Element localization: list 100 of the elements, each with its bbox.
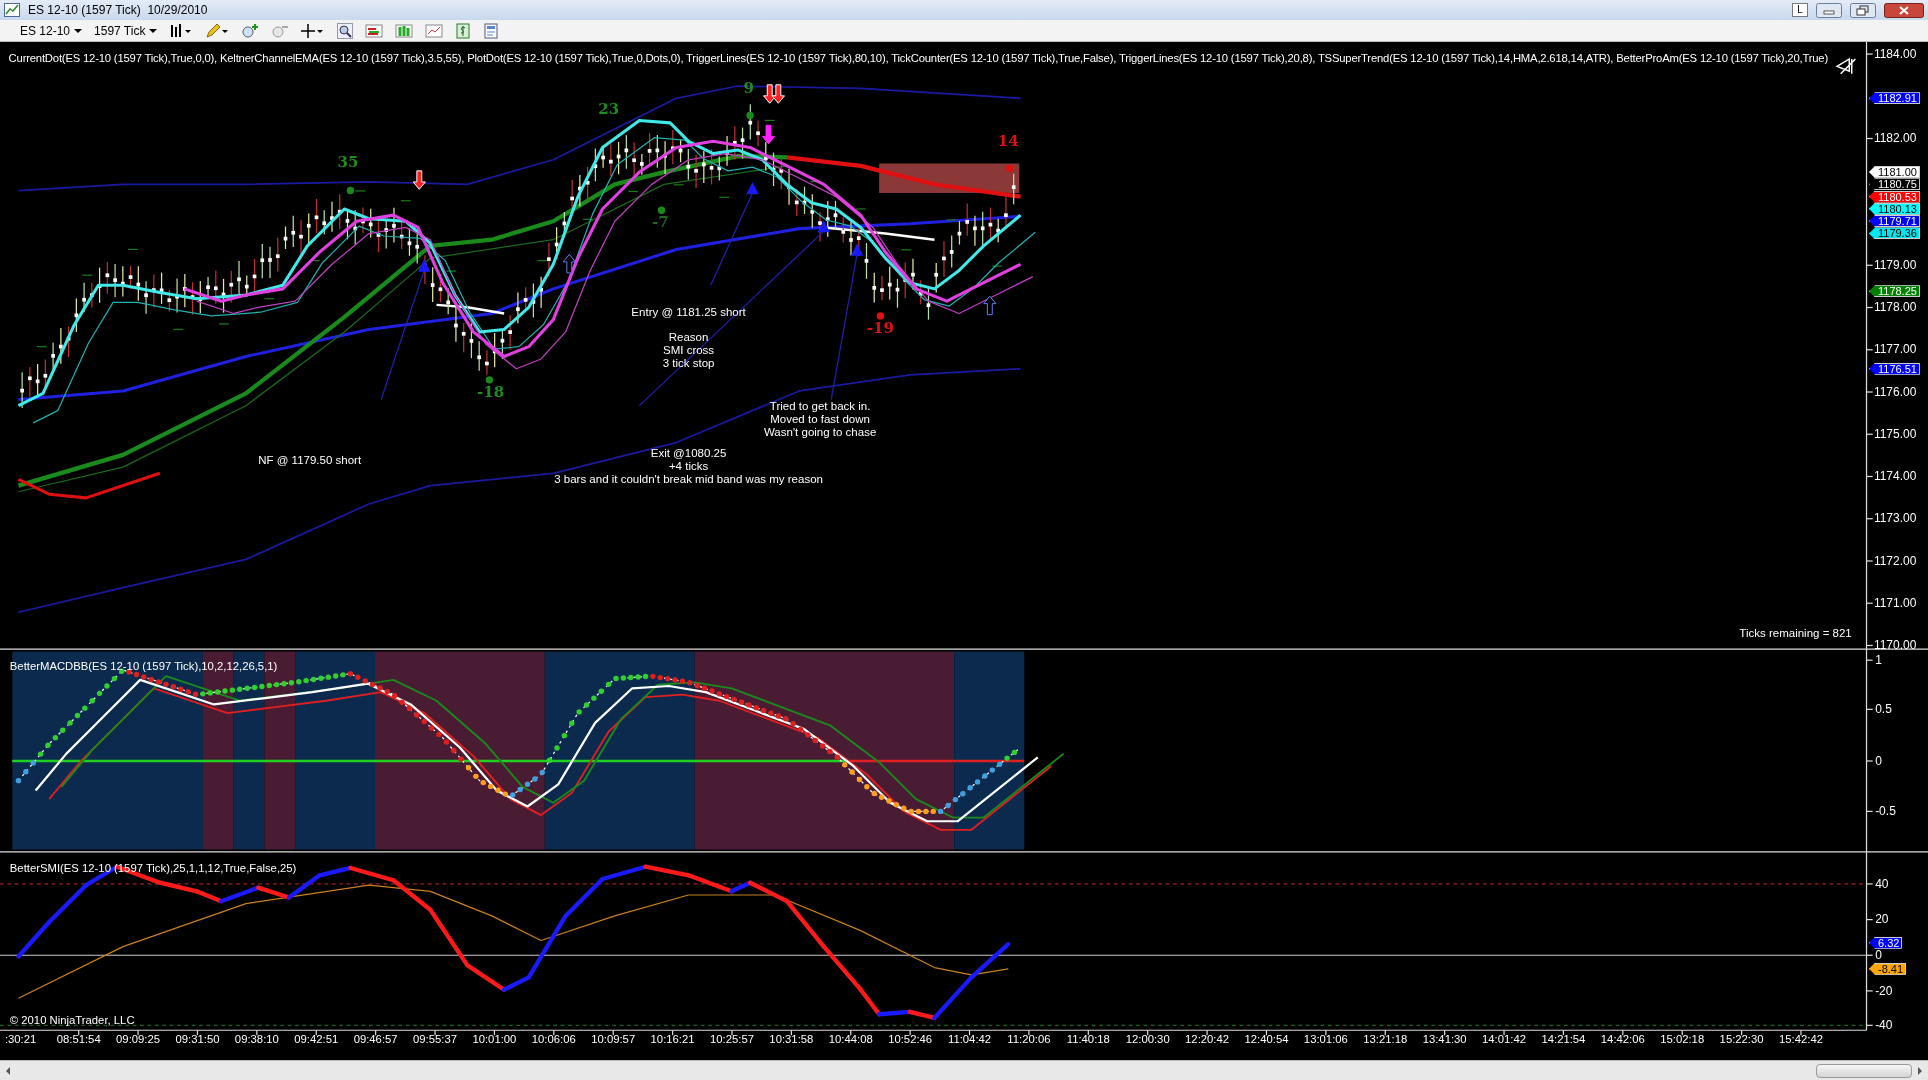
value-marker: -8.41: [1868, 962, 1907, 975]
price-marker: 1180.75: [1868, 178, 1920, 191]
down-arrow-icon: [763, 84, 777, 104]
time-axis-label: 15:02:18: [1660, 1032, 1705, 1046]
indicators-icon[interactable]: [365, 22, 384, 39]
triangle-marker-icon: [418, 259, 431, 272]
macd-axis-label: 0.5: [1875, 701, 1892, 716]
scroll-left-icon[interactable]: [4, 1065, 12, 1076]
bar-type-icon[interactable]: [169, 22, 194, 39]
down-arrow-icon: [761, 124, 776, 145]
instrument-dropdown[interactable]: ES 12-10: [8, 21, 83, 40]
crosshair-icon[interactable]: [301, 22, 326, 39]
bar-count-label: 14: [997, 133, 1019, 149]
price-axis-label: 1179.00: [1873, 257, 1917, 272]
down-arrow-icon: [412, 170, 426, 190]
dollar-icon[interactable]: [455, 22, 472, 39]
time-axis-label: :30:21: [4, 1032, 37, 1046]
clear-icon[interactable]: [1836, 57, 1857, 75]
time-axis-label: 11:40:18: [1066, 1032, 1110, 1046]
bars-icon[interactable]: [395, 22, 414, 39]
minimize-icon[interactable]: [1816, 2, 1842, 18]
signal-dot: [746, 111, 754, 120]
signal-dot: [657, 206, 666, 214]
time-axis-label: 10:31:58: [769, 1032, 814, 1046]
period-dropdown[interactable]: 1597 Tick: [94, 21, 158, 40]
time-axis-label: 12:20:42: [1185, 1032, 1230, 1046]
line-chart-icon[interactable]: [425, 22, 444, 39]
time-axis-label: 15:42:42: [1779, 1032, 1823, 1046]
smi-axis-label: 20: [1875, 912, 1889, 927]
close-icon[interactable]: [1884, 2, 1924, 18]
time-axis-label: 13:41:30: [1422, 1032, 1467, 1046]
copyright-text: © 2010 NinjaTrader, LLC: [9, 1014, 135, 1028]
time-axis-label: 10:09:57: [591, 1032, 636, 1046]
time-axis-label: 10:01:00: [472, 1032, 517, 1046]
window-title: ES 12-10 (1597 Tick) 10/29/2010: [28, 2, 208, 19]
triangle-marker-icon: [746, 181, 759, 195]
price-marker: 1178.25: [1868, 285, 1920, 298]
price-marker: 1181.00: [1868, 165, 1920, 178]
price-axis-label: 1170.00: [1873, 638, 1917, 653]
scrollbar-thumb[interactable]: [1816, 1063, 1912, 1078]
down-arrow-icon: [771, 84, 785, 104]
price-marker: 1182.91: [1868, 92, 1920, 105]
time-axis-label: 10:06:06: [531, 1032, 576, 1046]
time-axis-label: 13:21:18: [1363, 1032, 1408, 1046]
signal-dot: [876, 312, 885, 320]
bar-count-label: -19: [866, 320, 894, 336]
time-axis-label: 11:04:42: [947, 1032, 992, 1046]
macd-axis-label: 0: [1875, 753, 1882, 768]
bar-count-label: 23: [598, 102, 620, 117]
caret-icon: [74, 27, 83, 34]
price-marker: 1179.71: [1868, 215, 1920, 228]
time-axis-label: 14:21:54: [1541, 1032, 1586, 1046]
bar-count-label: -18: [477, 384, 505, 400]
chart-app-icon: [4, 3, 20, 17]
time-axis-label: 10:25:57: [710, 1032, 754, 1046]
properties-icon[interactable]: [483, 22, 500, 39]
indicators-label: CurrentDot(ES 12-10 (1597 Tick),True,0,0), KeltnerChannelEMA(ES 12-10 (1597 Tick),3.5,55), PlotDot(ES 12-10 (1597 Tick),True,0,Dots,0), TriggerLines(ES 12-10 (1597 Tick),80,10), TickCounter(ES 12-10 (1597 Tick),True,False), TriggerLines(ES 12-10 (1597 Tick),20,8), TSSuperTrend(ES 12-10 (1597 Tick),14,HMA,2.618,14,ATR), BetterProAm(ES 12-10 (1597 Tick),20,True): [8, 51, 1828, 67]
pencil-icon[interactable]: [205, 22, 230, 39]
time-axis-label: 09:46:57: [353, 1032, 398, 1046]
macd-axis-label: 1: [1875, 652, 1882, 667]
indicator-label: BetterMACDBB(ES 12-10 (1597 Tick),10,2,12,26,5,1): [9, 660, 278, 674]
restore-icon[interactable]: [1850, 2, 1876, 18]
price-marker: 1180.13: [1868, 202, 1920, 215]
zoom-in-icon[interactable]: [241, 22, 260, 39]
price-marker: 1176.51: [1868, 362, 1920, 375]
price-axis-label: 1184.00: [1873, 46, 1917, 61]
price-marker: 1179.36: [1868, 227, 1920, 240]
smi-axis-label: 0: [1875, 947, 1882, 962]
price-axis-label: 1177.00: [1873, 342, 1917, 357]
scroll-right-icon[interactable]: [1916, 1065, 1924, 1076]
time-axis-label: 10:16:21: [650, 1032, 695, 1046]
chart-note: Tried to get back in. Moved to fast down Wasn't going to chase: [763, 399, 877, 439]
time-axis-label: 15:22:30: [1719, 1032, 1764, 1046]
caret-icon: [149, 27, 158, 34]
macd-axis-label: -0.5: [1875, 804, 1896, 818]
time-axis-label: 09:42:51: [294, 1032, 339, 1046]
bar-count-label: 35: [337, 154, 359, 170]
search-icon[interactable]: [337, 22, 354, 39]
signal-dot: [485, 376, 494, 384]
time-axis-label: 09:55:37: [413, 1032, 457, 1046]
up-arrow-icon: [983, 295, 997, 316]
smi-axis-label: -20: [1875, 983, 1893, 998]
time-axis-label: 09:31:50: [175, 1032, 220, 1046]
time-axis-label: 09:38:10: [234, 1032, 279, 1046]
time-axis-label: 09:09:25: [116, 1032, 161, 1046]
price-axis-label: 1182.00: [1873, 131, 1917, 146]
signal-dot: [346, 186, 355, 195]
time-axis-label: 14:01:42: [1482, 1032, 1526, 1046]
price-axis-label: 1178.00: [1873, 300, 1917, 315]
triangle-marker-icon: [817, 220, 830, 233]
price-axis-label: 1174.00: [1873, 469, 1917, 484]
time-axis-label: 13:01:06: [1303, 1032, 1348, 1046]
price-axis-label: 1171.00: [1873, 595, 1917, 610]
price-marker: 1180.53: [1868, 190, 1920, 203]
bar-count-label: -7: [651, 215, 669, 231]
price-axis-label: 1175.00: [1873, 426, 1917, 441]
lock-button[interactable]: L: [1792, 3, 1808, 17]
time-axis-label: 10:44:08: [828, 1032, 873, 1046]
time-axis-label: 14:42:06: [1600, 1032, 1645, 1046]
time-axis-label: 12:00:30: [1125, 1032, 1170, 1046]
